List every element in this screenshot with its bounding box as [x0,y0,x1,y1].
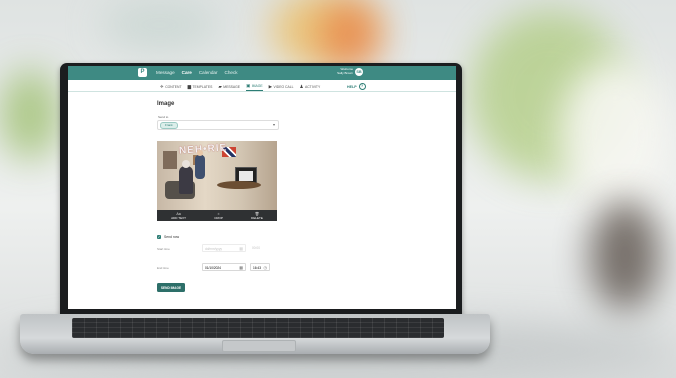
tab-label: MESSAGE [223,85,241,89]
paper-plane-icon: ✈ [160,84,164,89]
tab-image[interactable]: ▣ IMAGE [246,83,263,91]
nav-message[interactable]: Message [156,70,175,75]
tool-label: ADD TEXT [171,215,186,220]
tab-label: ACTIVITY [304,85,321,89]
bell-icon: ♟ [299,84,304,89]
nav-care[interactable]: Care [182,70,192,75]
end-time-label: End time [157,266,169,270]
chevron-down-icon[interactable]: ▾ [273,122,275,127]
nav-check[interactable]: Check [225,70,238,75]
tab-label: TEMPLATES [192,85,213,89]
send-now-label: Send now [164,235,180,239]
tab-video-call[interactable]: ▶ VIDEO CALL [269,83,294,91]
send-now-row: ✓ Send now [157,235,179,239]
laptop-keyboard [72,318,444,338]
send-now-checkbox[interactable]: ✓ [157,235,161,239]
tool-label: DELETE [251,215,263,220]
start-date-field[interactable]: dd/mm/yyyy ▦ [202,244,246,252]
help-label: HELP [347,84,357,89]
end-date-value: 01/10/2024 [205,266,221,270]
image-toolbar: Aa ADD TEXT ⌗ CROP 🗑 DELETE [157,210,277,221]
folder-icon: ▆ [187,84,191,89]
recipient-label: Send to [158,115,169,119]
help-icon: ? [358,83,366,90]
add-text-button[interactable]: Aa ADD TEXT [171,212,186,220]
laptop-trackpad [222,340,296,352]
tab-templates[interactable]: ▆ TEMPLATES [188,83,213,91]
sub-nav: ✈ CONTENT ▆ TEMPLATES ▰ MESSAGE ▣ IMAGE … [68,80,456,92]
user-name: Sally Brown [337,71,353,75]
tab-bar: ✈ CONTENT ▆ TEMPLATES ▰ MESSAGE ▣ IMAGE … [160,83,320,91]
calendar-icon: ▦ [239,246,243,251]
video-icon: ▶ [268,84,273,89]
calendar-icon: ▦ [239,265,243,270]
top-bar: P Message Care Calendar Check Welcome Sa… [68,66,456,80]
start-time-field[interactable]: 00:00 [252,246,260,250]
user-menu[interactable]: Welcome Sally Brown SB [337,68,363,76]
recipient-select[interactable]: Frank ▾ [157,120,279,130]
chat-icon: ▰ [218,84,222,89]
tab-label: VIDEO CALL [273,85,294,89]
image-preview: NEH•RIE [157,141,277,210]
tool-label: CROP [214,215,223,220]
user-greeting: Welcome Sally Brown [337,68,353,75]
page-title: Image [157,101,175,107]
crop-button[interactable]: ⌗ CROP [214,212,223,220]
send-image-button[interactable]: SEND IMAGE [157,283,185,292]
laptop-screen: P Message Care Calendar Check Welcome Sa… [68,66,456,309]
start-time-label: Start time [157,247,170,251]
recipient-chip[interactable]: Frank [160,122,178,130]
delete-button[interactable]: 🗑 DELETE [251,212,263,220]
tab-label: CONTENT [165,85,182,89]
start-date-value: dd/mm/yyyy [205,247,223,251]
tab-label: IMAGE [251,84,263,88]
app-logo-icon[interactable]: P [138,68,147,77]
avatar[interactable]: SB [355,68,363,76]
end-time-field[interactable]: 16:43 ◷ [250,263,270,271]
end-time-value: 16:43 [253,266,261,270]
image-icon: ▣ [246,83,251,88]
tab-activity[interactable]: ♟ ACTIVITY [300,83,321,91]
help-link[interactable]: HELP ? [347,83,366,90]
tab-content[interactable]: ✈ CONTENT [160,83,182,91]
end-date-field[interactable]: 01/10/2024 ▦ [202,263,246,271]
nav-calendar[interactable]: Calendar [199,70,218,75]
clock-icon: ◷ [263,265,268,270]
tab-message[interactable]: ▰ MESSAGE [218,83,240,91]
top-nav: Message Care Calendar Check [156,70,238,75]
